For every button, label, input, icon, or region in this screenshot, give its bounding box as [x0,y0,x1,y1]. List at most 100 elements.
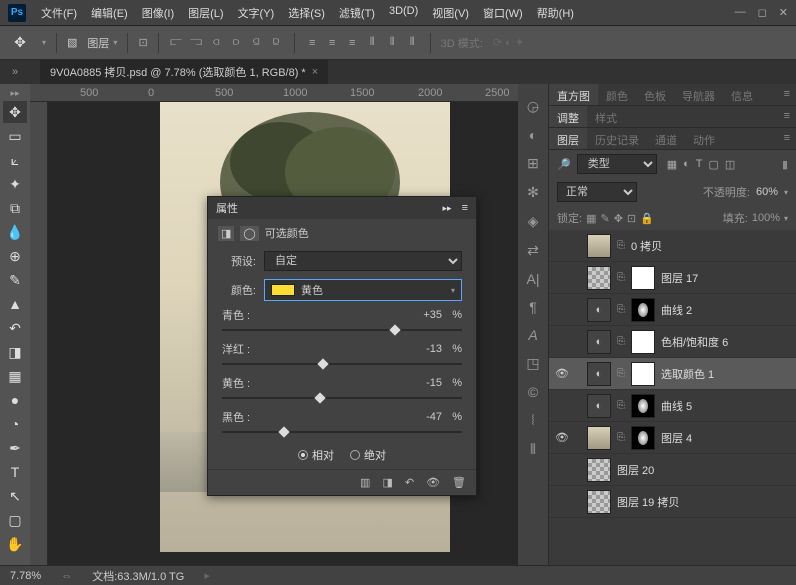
menu-文件(F)[interactable]: 文件(F) [34,5,84,21]
tab-历史记录[interactable]: 历史记录 [587,128,647,149]
filter-toggle[interactable]: ▮ [782,158,788,171]
preset-select[interactable]: 自定 [264,251,462,271]
layer-item[interactable]: 👁⎘图层 4 [549,422,796,454]
font-icon[interactable]: A [528,327,537,343]
cc-icon[interactable]: © [528,384,538,400]
filter-smart-icon[interactable]: ◫ [725,158,735,171]
relative-radio[interactable]: 相对 [298,447,334,463]
lock-artboard-icon[interactable]: ⊡ [627,212,636,225]
link-icon[interactable]: ⎘ [617,304,625,315]
menu-滤镜(T)[interactable]: 滤镜(T) [332,5,382,21]
healing-tool[interactable]: ⊕ [3,245,27,267]
pen-tool[interactable]: ✒ [3,437,27,459]
layer-thumb[interactable] [631,394,655,418]
layer-thumb[interactable] [587,458,611,482]
layer-thumb[interactable] [631,362,655,386]
link-icon[interactable]: ⎘ [617,336,625,347]
layer-thumb[interactable]: ◐ [587,394,611,418]
tab-导航器[interactable]: 导航器 [674,84,723,105]
slider-青色 :[interactable]: 青色 :+35% [208,305,476,339]
document-tab[interactable]: 9V0A0885 拷贝.psd @ 7.78% (选取颜色 1, RGB/8) … [40,60,328,84]
search-icon[interactable]: 🔎 [557,158,571,171]
layer-item[interactable]: ◐⎘色相/饱和度 6 [549,326,796,358]
close-tab-icon[interactable]: × [312,66,318,78]
align-icons[interactable]: ⫍⫎⫏ ⫐⫑⫒ [169,35,284,50]
eyedropper-tool[interactable]: 💧 [3,221,27,243]
swatches-icon[interactable]: ◳ [526,355,539,372]
close-button[interactable]: ✕ [779,6,788,19]
tab-信息[interactable]: 信息 [723,84,761,105]
layer-item[interactable]: ◐⎘曲线 2 [549,294,796,326]
shape-tool[interactable]: ▢ [3,509,27,531]
layer-thumb[interactable] [587,266,611,290]
swap-icon[interactable]: ⇄ [527,242,539,259]
layer-thumb[interactable] [631,266,655,290]
move-tool-icon[interactable]: ✥ [8,32,32,54]
link-icon[interactable]: ⎘ [617,272,625,283]
collapse-icon[interactable]: » [12,66,24,78]
menu-窗口(W)[interactable]: 窗口(W) [476,5,530,21]
visibility-toggle[interactable]: 👁 [555,431,569,444]
tab-样式[interactable]: 样式 [587,106,625,127]
brush-preset-icon[interactable]: ⦚ [532,412,535,429]
clip-icon[interactable]: ▥ [360,476,370,489]
layer-thumb[interactable] [587,490,611,514]
delete-icon[interactable]: 🗑 [452,476,466,489]
gradient-tool[interactable]: ▦ [3,365,27,387]
eraser-tool[interactable]: ◨ [3,341,27,363]
layer-item[interactable]: ⎘图层 17 [549,262,796,294]
maximize-button[interactable]: ◻ [758,6,767,19]
paragraph-icon[interactable]: ¶ [529,299,537,315]
reset-icon[interactable]: ↶ [405,476,414,489]
lock-all-icon[interactable]: 🔒 [640,212,654,225]
menu-图像(I)[interactable]: 图像(I) [135,5,181,21]
layers-list[interactable]: ⎘0 拷贝⎘图层 17◐⎘曲线 2◐⎘色相/饱和度 6👁◐⎘选取颜色 1◐⎘曲线… [549,230,796,565]
tab-直方图[interactable]: 直方图 [549,84,598,105]
minimize-button[interactable]: — [735,6,746,19]
cube-icon[interactable]: ◈ [528,213,539,230]
lock-px-icon[interactable]: ▦ [586,212,596,225]
link-icon[interactable]: ⎘ [617,240,625,251]
filter-text-icon[interactable]: T [696,158,703,171]
brush-tool[interactable]: ✎ [3,269,27,291]
move-tool[interactable]: ✥ [3,101,27,123]
link-icon[interactable]: ⎘ [617,432,625,443]
tab-通道[interactable]: 通道 [647,128,685,149]
status-handle-icon[interactable]: ▸ [204,569,210,582]
color-select[interactable]: 黄色 ▾ [264,279,462,301]
opacity-value[interactable]: 60% [756,186,778,198]
filter-pixel-icon[interactable]: ▦ [667,158,677,171]
histogram-icon[interactable]: ◶ [527,98,539,115]
brushes-icon[interactable]: ✻ [527,184,539,201]
stamp-tool[interactable]: ▲ [3,293,27,315]
lock-brush-icon[interactable]: ✎ [600,212,609,225]
tab-颜色[interactable]: 颜色 [598,84,636,105]
filter-adjust-icon[interactable]: ◐ [683,158,690,171]
dodge-tool[interactable]: ◔ [3,413,27,435]
collapse-panel-icon[interactable]: ▸▸ [443,203,452,214]
distribute-icons[interactable]: ≡≡≡ ⦀⦀⦀ [305,35,420,50]
slider-黑色 :[interactable]: 黑色 :-47% [208,407,476,441]
visibility-icon[interactable]: 👁 [426,476,440,489]
menu-文字(Y)[interactable]: 文字(Y) [231,5,282,21]
blur-tool[interactable]: ● [3,389,27,411]
crop-tool[interactable]: ⧉ [3,197,27,219]
layer-thumb[interactable]: ◐ [587,362,611,386]
panel-menu-icon[interactable]: ≡ [778,106,796,127]
layer-item[interactable]: 图层 20 [549,454,796,486]
menu-帮助(H)[interactable]: 帮助(H) [530,5,581,21]
layer-thumb[interactable]: ◐ [587,298,611,322]
layer-thumb[interactable]: ◐ [587,330,611,354]
auto-select-icon[interactable]: ▧ [67,36,77,49]
layer-dropdown[interactable]: 图层 ▾ [87,35,117,51]
adjustments-icon[interactable]: ◐ [529,127,537,143]
menu-视图(V)[interactable]: 视图(V) [425,5,476,21]
menu-编辑(E)[interactable]: 编辑(E) [84,5,135,21]
menu-选择(S)[interactable]: 选择(S) [281,5,332,21]
slider-黄色 :[interactable]: 黄色 :-15% [208,373,476,407]
properties-header[interactable]: 属性 ▸▸ ≡ [208,197,476,219]
panel-menu-icon[interactable]: ≡ [778,84,796,105]
tool-preset-icon[interactable]: ⦀ [530,441,536,458]
layer-thumb[interactable] [587,234,611,258]
layer-thumb[interactable] [631,330,655,354]
